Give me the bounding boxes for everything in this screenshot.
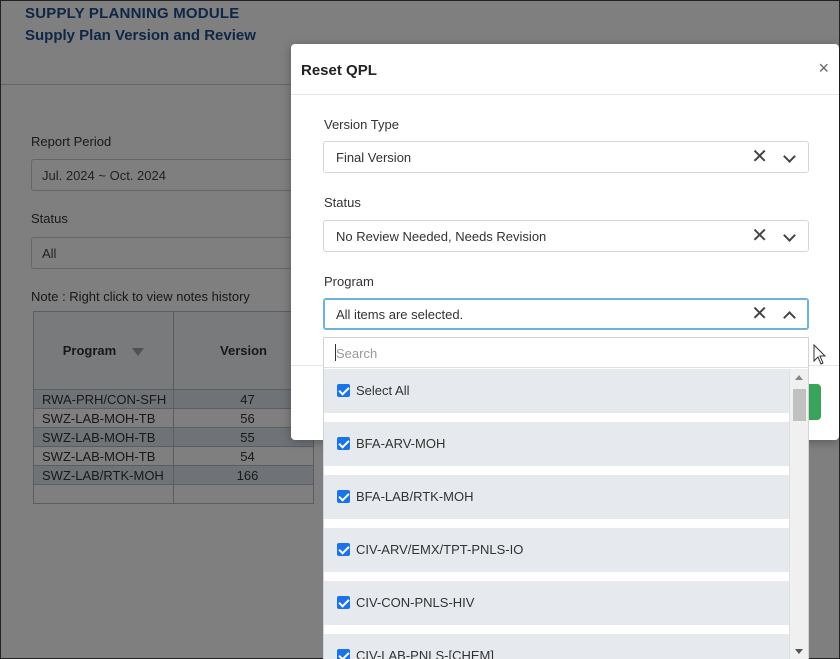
program-value: All items are selected. — [336, 307, 464, 322]
close-icon[interactable]: × — [818, 58, 829, 79]
list-item[interactable]: CIV-LAB-PNLS-[CHEM] — [324, 634, 790, 659]
clear-icon[interactable]: ✕ — [751, 303, 768, 325]
version-type-value: Final Version — [336, 150, 412, 165]
scroll-up-icon[interactable] — [795, 375, 803, 380]
checkbox-checked-icon[interactable] — [337, 649, 350, 659]
checkbox-checked-icon[interactable] — [337, 437, 350, 450]
modal-header: Reset QPL × — [291, 44, 839, 95]
list-item[interactable]: CIV-CON-PNLS-HIV — [324, 581, 790, 625]
chevron-down-icon[interactable] — [783, 150, 796, 163]
checkbox-checked-icon[interactable] — [337, 543, 350, 556]
clear-icon[interactable]: ✕ — [751, 225, 768, 247]
chevron-up-icon[interactable] — [783, 311, 796, 324]
clear-icon[interactable]: ✕ — [751, 146, 768, 168]
program-dropdown: Search Select All BFA-ARV-MOH BFA-LAB/RT… — [323, 337, 809, 659]
scroll-down-icon[interactable] — [795, 649, 803, 654]
option-select-all[interactable]: Select All — [324, 369, 790, 413]
chevron-down-icon[interactable] — [783, 229, 796, 242]
dropdown-scrollbar[interactable] — [789, 369, 808, 659]
dropdown-search[interactable]: Search — [324, 338, 808, 368]
checkbox-checked-icon[interactable] — [337, 596, 350, 609]
modal-title: Reset QPL — [301, 62, 377, 79]
list-item[interactable]: BFA-LAB/RTK-MOH — [324, 475, 790, 519]
search-input[interactable]: Search — [336, 346, 377, 361]
scrollbar-thumb[interactable] — [793, 389, 806, 421]
list-item[interactable]: CIV-ARV/EMX/TPT-PNLS-IO — [324, 528, 790, 572]
checkbox-checked-icon[interactable] — [337, 490, 350, 503]
version-type-label: Version Type — [324, 117, 399, 132]
program-multiselect[interactable]: All items are selected. ✕ — [323, 298, 809, 330]
version-type-select[interactable]: Final Version ✕ — [323, 141, 809, 173]
program-label: Program — [324, 274, 374, 289]
checkbox-checked-icon[interactable] — [337, 384, 350, 397]
status-field-select[interactable]: No Review Needed, Needs Revision ✕ — [323, 220, 809, 252]
list-item[interactable]: BFA-ARV-MOH — [324, 422, 790, 466]
submit-button[interactable] — [809, 384, 821, 420]
dropdown-options: Select All BFA-ARV-MOH BFA-LAB/RTK-MOH C… — [324, 369, 790, 659]
status-field-label: Status — [324, 195, 361, 210]
status-field-value: No Review Needed, Needs Revision — [336, 229, 547, 244]
